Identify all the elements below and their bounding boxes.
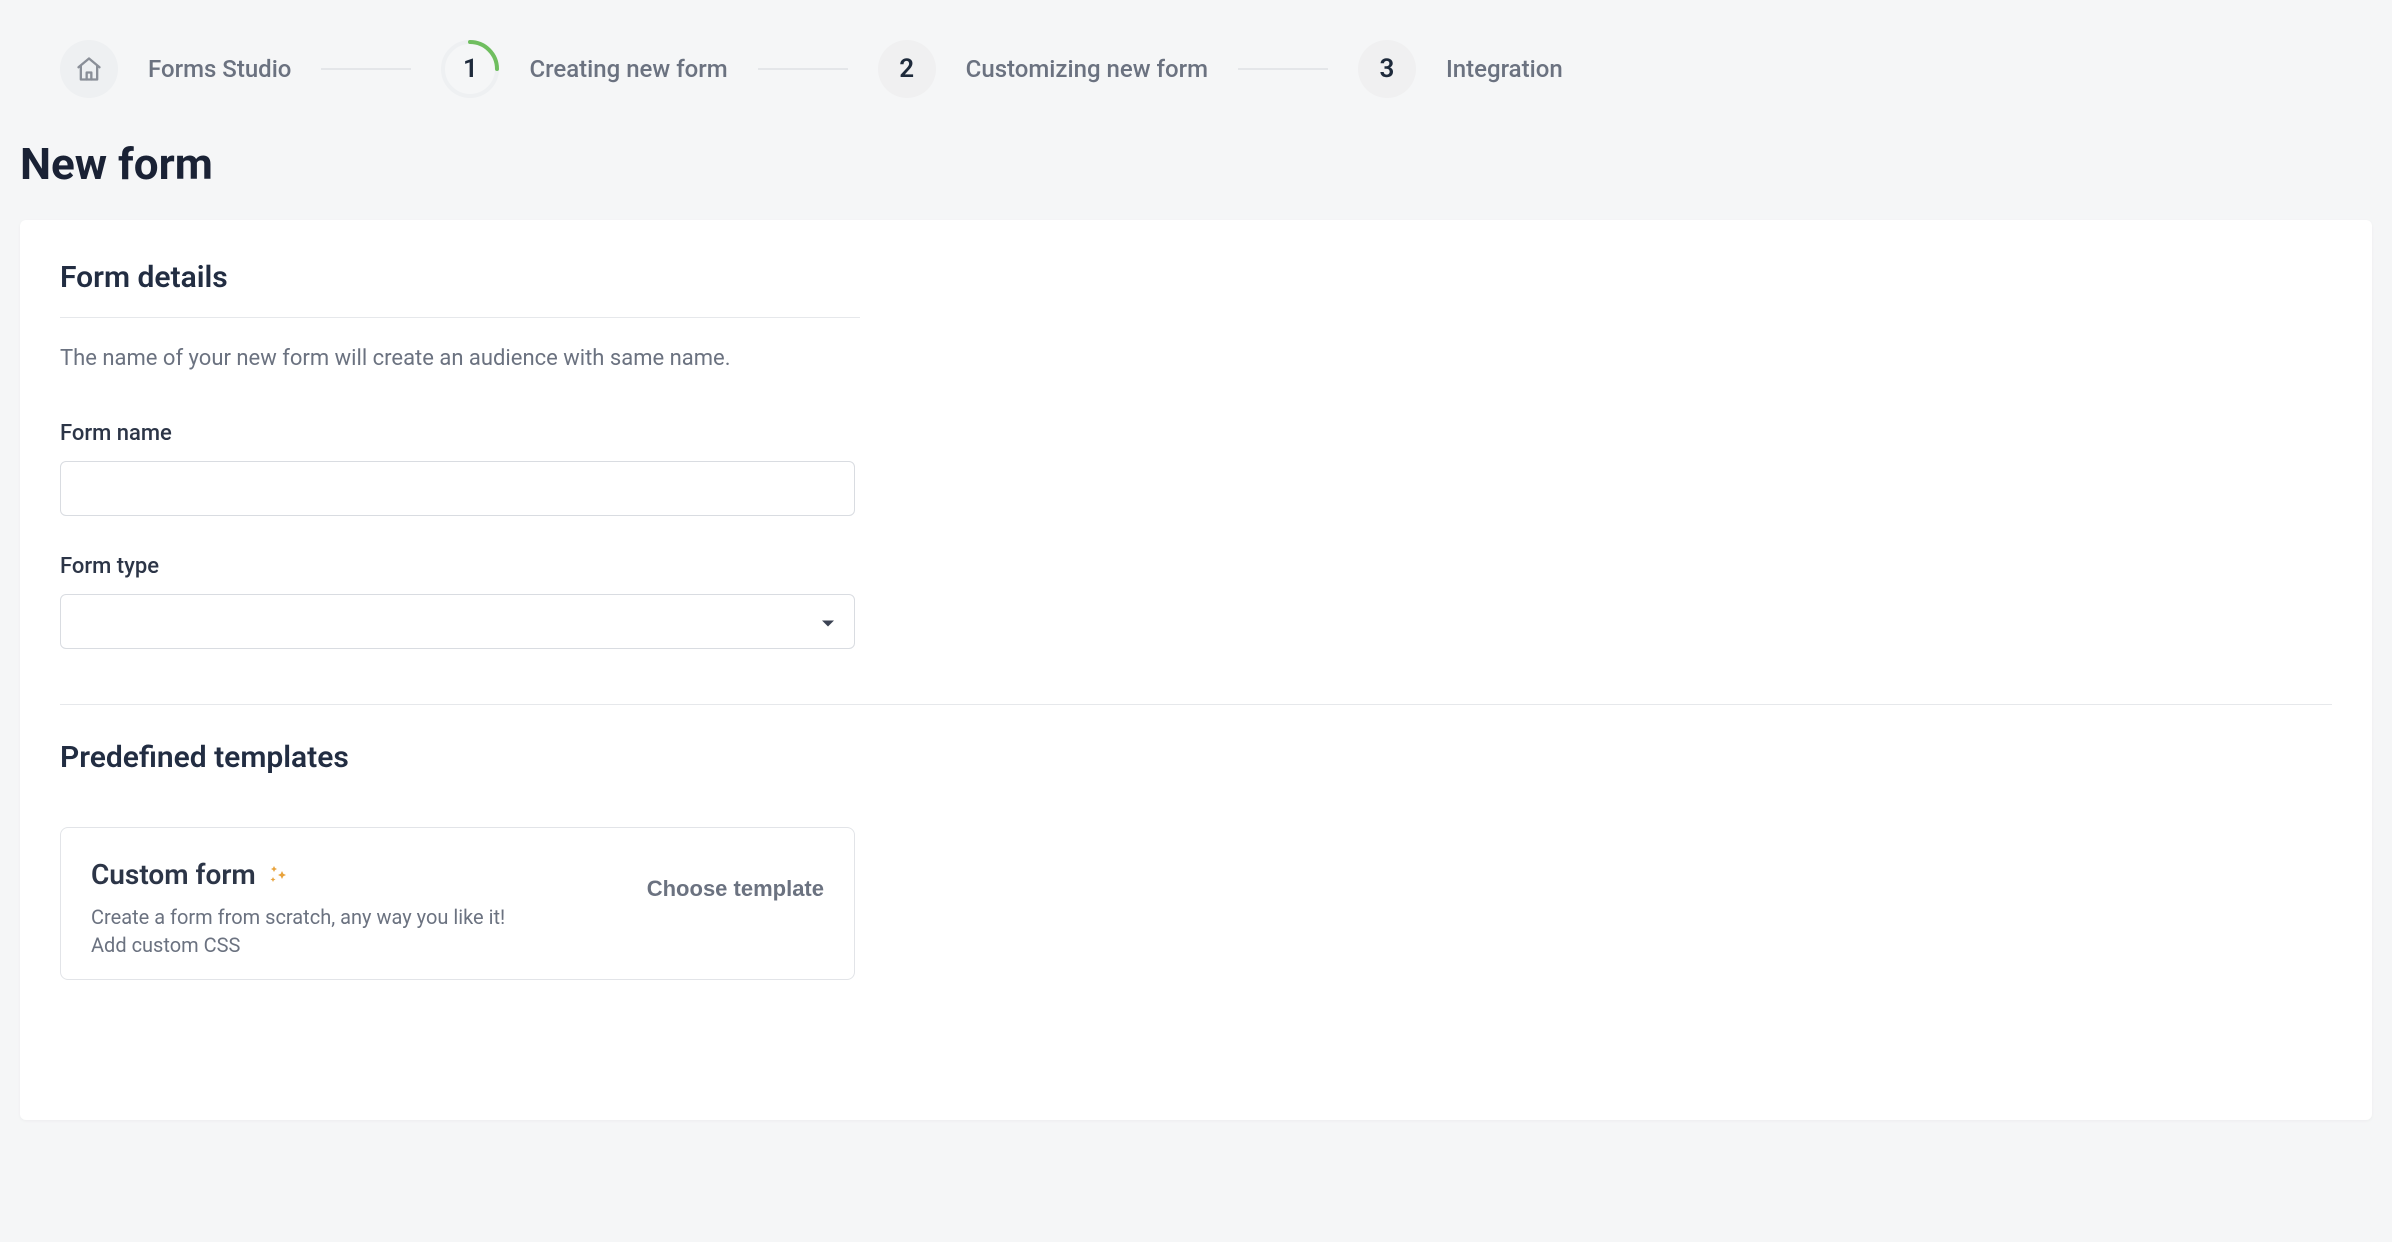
section-divider — [60, 704, 2332, 705]
step-1-number: 1 — [463, 54, 478, 84]
sparkle-icon — [266, 863, 290, 887]
step-1-circle: 1 — [441, 40, 499, 98]
step-3-label: Integration — [1446, 55, 1563, 83]
page-title: New form — [20, 138, 2372, 190]
main-card: Form details The name of your new form w… — [20, 220, 2372, 1120]
step-3-number: 3 — [1380, 54, 1395, 84]
stepper: Forms Studio 1 Creating new form 2 Custo… — [20, 0, 2372, 128]
section-divider — [60, 317, 860, 318]
template-title: Custom form — [91, 858, 256, 891]
form-details-description: The name of your new form will create an… — [60, 346, 2332, 371]
stepper-separator — [758, 68, 848, 70]
stepper-step-2[interactable]: 2 Customizing new form — [878, 40, 1208, 98]
stepper-separator — [1238, 68, 1328, 70]
template-description: Create a form from scratch, any way you … — [91, 903, 531, 959]
form-name-label: Form name — [60, 421, 2332, 446]
form-type-field: Form type — [60, 554, 2332, 649]
stepper-home-label: Forms Studio — [148, 55, 291, 83]
form-type-label: Form type — [60, 554, 2332, 579]
home-icon-circle — [60, 40, 118, 98]
step-2-label: Customizing new form — [966, 55, 1208, 83]
templates-heading: Predefined templates — [60, 740, 2332, 775]
form-name-input[interactable] — [60, 461, 855, 516]
choose-template-button[interactable]: Choose template — [647, 858, 824, 902]
step-2-number: 2 — [899, 54, 914, 84]
stepper-step-3[interactable]: 3 Integration — [1358, 40, 1563, 98]
stepper-separator — [321, 68, 411, 70]
step-2-circle: 2 — [878, 40, 936, 98]
template-card-custom: Custom form Create a form from scratch, … — [60, 827, 855, 980]
form-type-select[interactable] — [60, 594, 855, 649]
form-name-field: Form name — [60, 421, 2332, 516]
step-1-label: Creating new form — [529, 55, 727, 83]
step-3-circle: 3 — [1358, 40, 1416, 98]
form-details-heading: Form details — [60, 260, 2332, 295]
home-icon — [75, 55, 103, 83]
stepper-step-1[interactable]: 1 Creating new form — [441, 40, 727, 98]
stepper-home[interactable]: Forms Studio — [60, 40, 291, 98]
